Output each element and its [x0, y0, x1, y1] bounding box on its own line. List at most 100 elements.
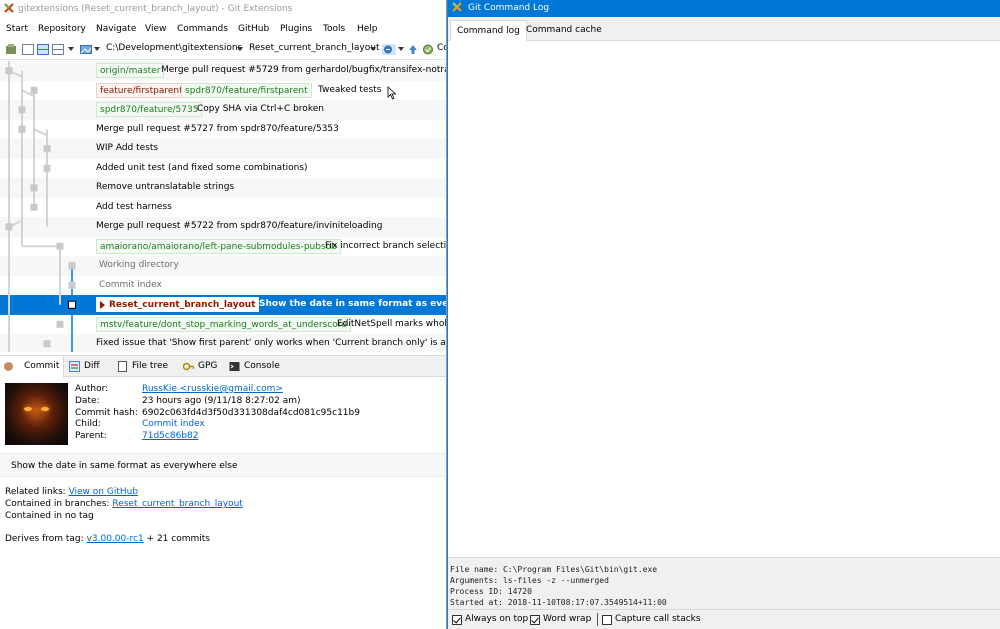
commit-message-text: Merge pull request #5727 from spdr870/fe…: [96, 123, 339, 134]
menu-help[interactable]: Help: [357, 20, 378, 38]
menu-bar: Start Repository Navigate View Commands …: [0, 20, 446, 38]
parent-link[interactable]: 71d5c86b82: [142, 431, 198, 441]
pull-dropdown-icon[interactable]: [398, 47, 404, 51]
menu-start[interactable]: Start: [6, 20, 28, 38]
child-label: Child:: [75, 419, 101, 429]
repository-dropdown-arrow-icon[interactable]: [94, 47, 100, 51]
tab-command-cache[interactable]: Command cache: [520, 20, 608, 41]
commit-tab-icon: [4, 362, 13, 371]
commit-node: [18, 106, 26, 114]
command-log-logo-icon: [452, 2, 462, 12]
commit-node: [56, 320, 64, 328]
parent-label: Parent:: [75, 431, 107, 441]
commit-node: [30, 203, 38, 211]
commit-hash: 6902c063fd4d3f50d331308daf4cd081c95c11b9: [142, 408, 360, 418]
repository-path-dropdown-icon[interactable]: [237, 47, 243, 51]
contained-branches-line: Contained in branches: Reset_current_bra…: [5, 499, 243, 509]
tab-file-tree-label: File tree: [132, 361, 169, 371]
menu-commands[interactable]: Commands: [177, 20, 228, 38]
git-extensions-logo-icon: [4, 3, 14, 13]
layout-three-icon[interactable]: [52, 44, 64, 55]
local-branch-label[interactable]: feature/firstparent: [96, 82, 187, 98]
menu-repository[interactable]: Repository: [38, 20, 86, 38]
tab-gpg-label: GPG: [198, 361, 218, 371]
commit-icon[interactable]: [422, 44, 434, 55]
current-branch-label[interactable]: Reset_current_branch_layout: [96, 297, 260, 312]
menu-github[interactable]: GitHub: [238, 20, 269, 38]
capture-call-stacks-label: Capture call stacks: [615, 614, 701, 624]
revision-grid[interactable]: origin/master Merge pull request #5729 fr…: [0, 61, 447, 352]
remote-branch-label[interactable]: origin/master: [96, 63, 165, 78]
command-log-options-bar: Always on top Word wrap Capture call sta…: [448, 609, 1000, 629]
author-link[interactable]: RussKie <russkie@gmail.com>: [142, 384, 283, 394]
commit-message-text: Working directory: [99, 260, 179, 270]
layout-dropdown-arrow-icon[interactable]: [68, 47, 74, 51]
commit-message-text: Copy SHA via Ctrl+C broken: [197, 104, 324, 114]
process-id-line: Process ID: 14720: [450, 587, 532, 596]
git-extensions-window: gitextensions (Reset_current_branch_layo…: [0, 0, 447, 629]
remote-branch-label[interactable]: amaiorano/amaiorano/left-pane-submodules…: [96, 238, 342, 254]
tab-file-tree[interactable]: File tree: [114, 356, 168, 378]
commit-node: [43, 164, 51, 172]
gpg-key-icon: [183, 362, 194, 371]
author-label: Author:: [75, 384, 109, 394]
contained-branch-link[interactable]: Reset_current_branch_layout: [112, 499, 242, 509]
commit-node: [5, 67, 13, 75]
tab-console-label: Console: [244, 361, 280, 371]
menu-plugins[interactable]: Plugins: [280, 20, 312, 38]
current-branch-selector[interactable]: Reset_current_branch_layout: [249, 43, 379, 53]
remote-branch-label[interactable]: mstv/feature/dont_stop_marking_words_at_…: [96, 316, 351, 332]
tab-command-log[interactable]: Command log: [450, 20, 527, 41]
remote-branch-label[interactable]: spdr870/feature/firstparent: [181, 82, 312, 98]
commit-message-text: EditNetSpell marks whole w: [337, 318, 447, 329]
window-title: gitextensions (Reset_current_branch_layo…: [18, 4, 293, 14]
word-wrap-label: Word wrap: [543, 614, 592, 624]
contained-tag-line: Contained in no tag: [5, 511, 94, 521]
repository-path[interactable]: C:\Development\gitextensions: [106, 43, 242, 53]
remote-branch-label[interactable]: spdr870/feature/5735: [96, 102, 203, 117]
commit-message-text: Added unit test (and fixed some combinat…: [96, 162, 308, 173]
file-tree-tab-icon: [118, 361, 127, 372]
always-on-top-label: Always on top: [465, 614, 529, 624]
derives-tag-link[interactable]: v3.00.00-rc1: [87, 534, 144, 544]
menu-tools[interactable]: Tools: [323, 20, 345, 38]
repository-picture-icon[interactable]: [80, 44, 92, 55]
dashboard-icon[interactable]: [5, 44, 17, 55]
capture-call-stacks-check-icon: [602, 615, 612, 625]
tab-console[interactable]: Console: [226, 356, 280, 378]
always-on-top-checkbox[interactable]: Always on top: [452, 614, 529, 625]
child-link[interactable]: Commit index: [142, 419, 205, 429]
commit-message-text: Fixed issue that 'Show first parent' onl…: [96, 338, 447, 348]
arguments-line: Arguments: ls-files -z --unmerged: [450, 576, 609, 585]
related-links-line: Related links: View on GitHub: [5, 487, 138, 497]
tab-gpg[interactable]: GPG: [180, 356, 217, 378]
tab-diff-label: Diff: [84, 361, 100, 371]
commit-node: [5, 223, 13, 231]
commit-message-text: Merge pull request #5729 from gerhardol/…: [161, 65, 447, 75]
commit-node: [30, 86, 38, 94]
revision-graph: [5, 61, 76, 352]
command-log-tabs: Command log Command cache: [448, 17, 1000, 41]
branch-dropdown-icon[interactable]: [370, 47, 376, 51]
menu-navigate[interactable]: Navigate: [96, 20, 136, 38]
view-on-github-link[interactable]: View on GitHub: [69, 487, 138, 497]
tab-diff[interactable]: Diff: [66, 356, 100, 378]
commit-message-text: Show the date in same format as everyw: [259, 299, 447, 309]
pull-icon[interactable]: [382, 44, 396, 55]
commit-message-text: Add test harness: [96, 201, 172, 212]
word-wrap-checkbox[interactable]: Word wrap: [530, 614, 592, 625]
commit-node: [30, 184, 38, 192]
options-separator: [597, 613, 598, 626]
menu-view[interactable]: View: [145, 20, 166, 38]
tab-commit[interactable]: Commit: [0, 356, 64, 378]
push-icon[interactable]: [407, 44, 419, 55]
console-icon: [229, 362, 240, 371]
layout-two-icon[interactable]: [37, 44, 49, 55]
command-log-list[interactable]: [448, 41, 1000, 557]
layout-one-icon[interactable]: [22, 44, 34, 55]
derives-from-tag-line: Derives from tag: v3.00.00-rc1 + 21 comm…: [5, 534, 210, 544]
command-log-title-bar: Git Command Log: [448, 0, 1000, 17]
capture-call-stacks-checkbox[interactable]: Capture call stacks: [602, 614, 701, 625]
details-tab-strip: Commit Diff File tree GPG Console: [0, 355, 446, 378]
commit-button-label[interactable]: Co: [437, 43, 446, 53]
